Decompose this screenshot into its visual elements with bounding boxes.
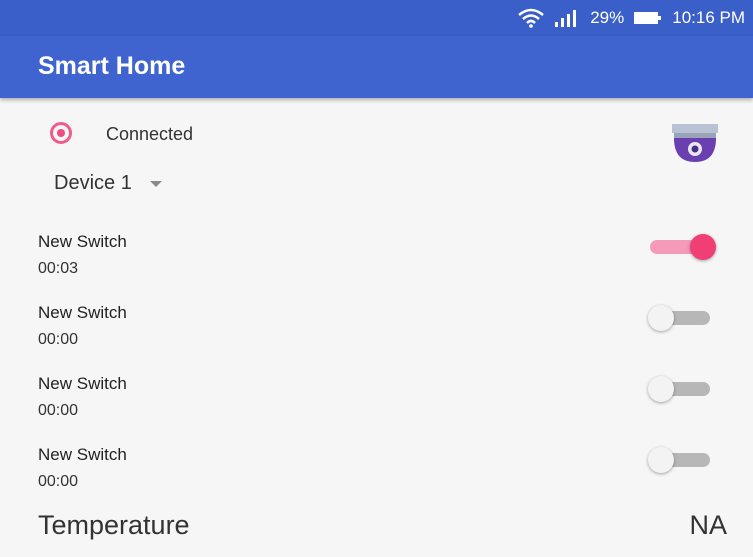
status-time: 10:16 PM xyxy=(672,8,745,27)
switch-row: New Switch 00:00 xyxy=(0,303,753,363)
camera-icon[interactable] xyxy=(666,122,726,166)
toggle-thumb xyxy=(648,376,674,402)
switch-row: New Switch 00:00 xyxy=(0,445,753,505)
toggle-thumb xyxy=(648,447,674,473)
switch-toggle[interactable] xyxy=(648,376,722,402)
app-bar: Smart Home xyxy=(0,36,753,98)
switch-name: New Switch xyxy=(38,303,127,322)
switch-toggle[interactable] xyxy=(650,234,722,260)
wifi-icon xyxy=(518,8,545,28)
switch-toggle[interactable] xyxy=(648,447,722,473)
toggle-thumb xyxy=(648,305,674,331)
battery-percent: 29% xyxy=(590,8,625,27)
switch-name: New Switch xyxy=(38,374,127,393)
switch-time: 00:00 xyxy=(38,331,79,348)
switch-name: New Switch xyxy=(38,445,127,464)
switch-row: New Switch 00:03 xyxy=(0,232,753,292)
status-bar: 29% 10:16 PM xyxy=(0,0,753,36)
battery-icon xyxy=(634,10,662,26)
signal-icon xyxy=(554,9,580,27)
temperature-label: Temperature xyxy=(38,510,190,540)
switch-time: 00:00 xyxy=(38,473,79,490)
device-dropdown[interactable]: Device 1 xyxy=(54,172,162,195)
toggle-thumb xyxy=(690,234,716,260)
switch-time: 00:00 xyxy=(38,402,79,419)
app-title: Smart Home xyxy=(38,52,186,80)
device-selected: Device 1 xyxy=(54,172,132,194)
radio-dot xyxy=(57,129,65,137)
temperature-value: NA xyxy=(689,510,727,540)
switch-time: 00:03 xyxy=(38,260,79,277)
chevron-down-icon xyxy=(149,180,162,187)
switch-name: New Switch xyxy=(38,232,127,251)
connection-status: Connected xyxy=(106,124,194,144)
switch-toggle[interactable] xyxy=(648,305,722,331)
connection-radio[interactable] xyxy=(50,122,72,144)
switch-row: New Switch 00:00 xyxy=(0,374,753,434)
